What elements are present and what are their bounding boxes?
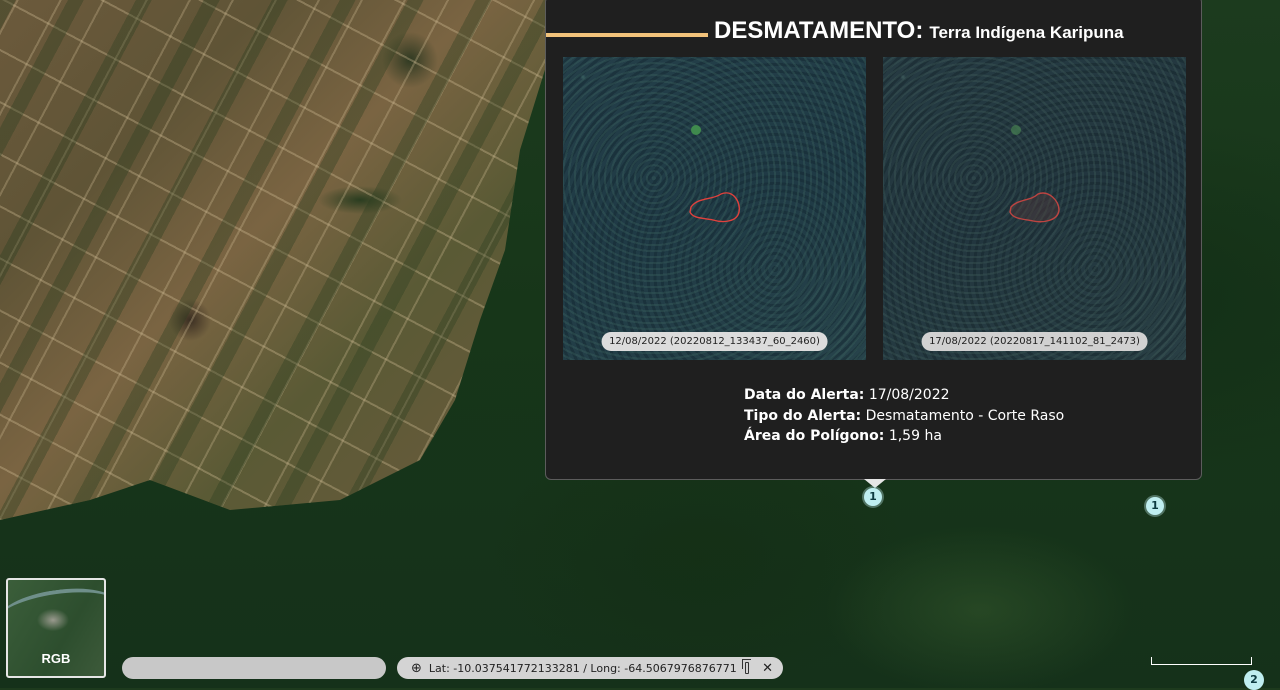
basemap-toggle[interactable]: RGB <box>6 578 106 678</box>
coordinates-text: Lat: -10.037541772133281 / Long: -64.506… <box>428 661 737 675</box>
alert-date-row: Data do Alerta: 17/08/2022 <box>744 387 950 403</box>
alert-info: Data do Alerta: 17/08/2022 Tipo do Alert… <box>744 385 1064 447</box>
copy-icon[interactable] <box>741 659 752 674</box>
cluster-marker[interactable]: 2 <box>1244 670 1264 690</box>
popup-title-main: DESMATAMENTO: <box>714 17 924 44</box>
basemap-label: RGB <box>41 651 71 666</box>
popup-header: DESMATAMENTO: Terra Indígena Karipuna <box>546 1 1201 44</box>
scale-bar <box>1151 657 1252 665</box>
before-image[interactable]: 12/08/2022 (20220812_133437_60_2460) <box>563 57 866 360</box>
alert-marker[interactable]: 1 <box>1146 497 1164 515</box>
crosshair-plus-icon[interactable]: ⊕ <box>411 661 422 676</box>
before-image-label: 12/08/2022 (20220812_133437_60_2460) <box>601 332 828 351</box>
farmland-area <box>0 0 560 520</box>
alert-type-row: Tipo do Alerta: Desmatamento - Corte Ras… <box>744 407 1065 424</box>
after-image[interactable]: 17/08/2022 (20220817_141102_81_2473) <box>883 57 1186 360</box>
after-image-label: 17/08/2022 (20220817_141102_81_2473) <box>921 332 1148 351</box>
alert-polygon-before <box>689 192 740 223</box>
popup-title-sub: Terra Indígena Karipuna <box>929 23 1124 42</box>
coordinates-bar: ⊕ Lat: -10.037541772133281 / Long: -64.5… <box>397 657 783 679</box>
popup-pointer <box>864 479 886 488</box>
alert-marker[interactable]: 1 <box>864 488 882 506</box>
close-icon[interactable]: ✕ <box>762 661 773 676</box>
search-bar[interactable] <box>122 657 386 679</box>
alert-area-row: Área do Polígono: 1,59 ha <box>744 428 942 444</box>
popup-title: DESMATAMENTO: Terra Indígena Karipuna <box>714 17 1124 45</box>
basemap-river <box>8 581 104 643</box>
alert-polygon-after <box>1009 192 1060 223</box>
accent-line <box>546 33 708 37</box>
